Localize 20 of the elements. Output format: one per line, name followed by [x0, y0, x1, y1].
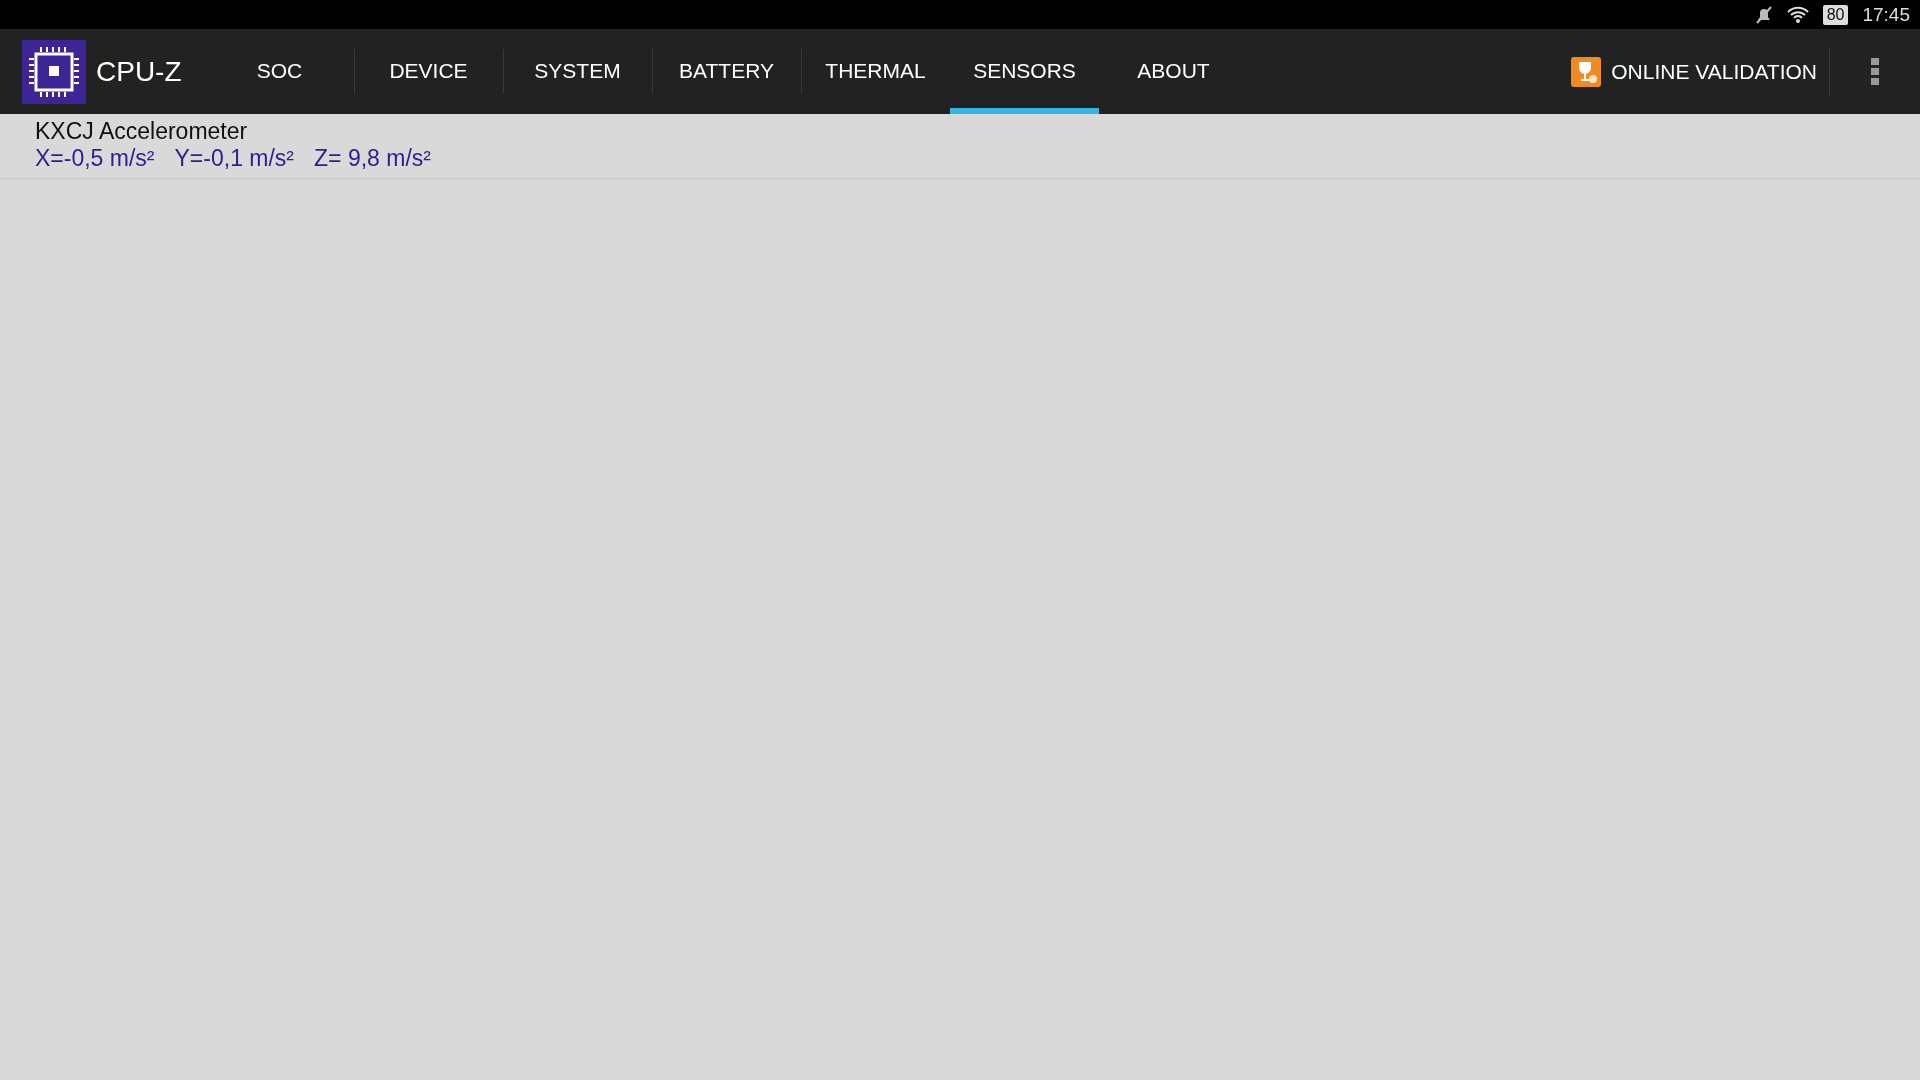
tab[interactable]: BATTERY	[652, 29, 801, 114]
notifications-off-icon	[1754, 5, 1773, 24]
chip-logo-icon	[22, 39, 86, 104]
sensor-reading: Z= 9,8 m/s²	[314, 145, 431, 172]
trophy-icon	[1571, 56, 1602, 87]
tab[interactable]: DEVICE	[354, 29, 503, 114]
more-icon	[1871, 57, 1879, 86]
tab[interactable]: SENSORS	[950, 29, 1099, 114]
wifi-icon	[1786, 5, 1809, 24]
battery-level: 80	[1822, 4, 1849, 25]
sensor-name: KXCJ Accelerometer	[35, 118, 249, 145]
sensor-reading: X=-0,5 m/s²	[35, 145, 155, 172]
tab[interactable]: SOC	[205, 29, 354, 114]
tab[interactable]: THERMAL	[801, 29, 950, 114]
online-validation-button[interactable]: ONLINE VALIDATION	[1571, 47, 1830, 96]
tab[interactable]: SYSTEM	[503, 29, 652, 114]
sensor-reading: Y=-0,1 m/s²	[174, 145, 295, 172]
clock-time: 17:45	[1862, 3, 1910, 26]
app-title: CPU-Z	[96, 55, 182, 88]
tab[interactable]: ABOUT	[1099, 29, 1248, 114]
